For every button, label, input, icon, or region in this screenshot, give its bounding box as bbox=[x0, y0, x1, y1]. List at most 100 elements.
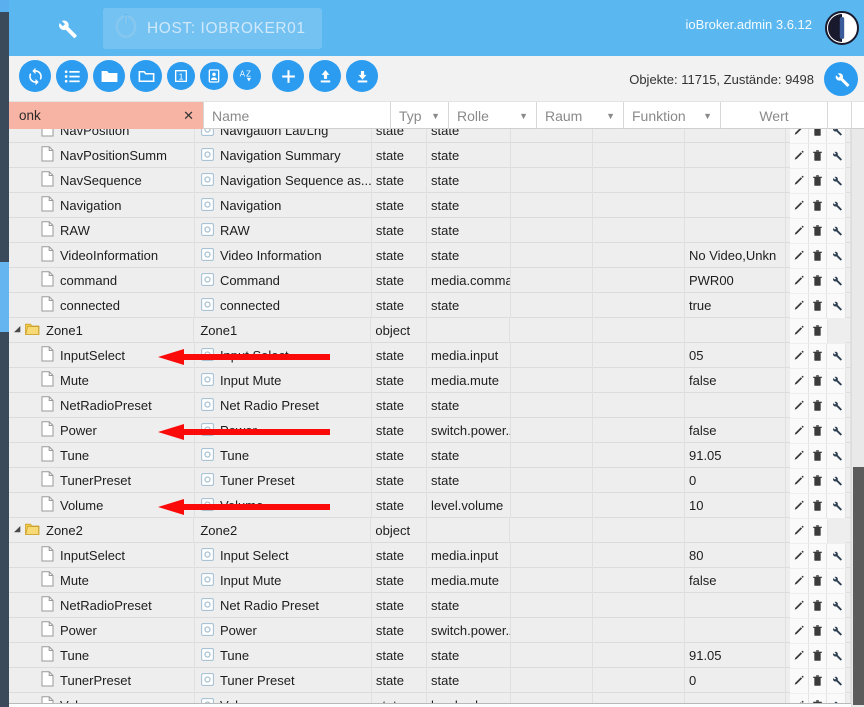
tree-expand-toggle-icon[interactable] bbox=[13, 325, 22, 336]
left-edge-scroll-strip[interactable] bbox=[0, 0, 9, 707]
row-edit-button[interactable] bbox=[790, 129, 809, 143]
row-settings-button[interactable] bbox=[827, 418, 846, 443]
row-delete-button[interactable] bbox=[808, 668, 828, 693]
column-header-rolle[interactable]: Rolle ▼ bbox=[449, 102, 537, 129]
table-scroll-thumb[interactable] bbox=[853, 467, 864, 705]
sort-az-button[interactable]: A Z bbox=[233, 62, 261, 90]
row-edit-button[interactable] bbox=[790, 518, 809, 543]
row-settings-button[interactable] bbox=[827, 568, 846, 593]
row-edit-button[interactable] bbox=[790, 343, 809, 368]
row-delete-button[interactable] bbox=[808, 618, 828, 643]
column-header-name[interactable]: Name bbox=[204, 102, 391, 129]
row-delete-button[interactable] bbox=[808, 468, 828, 493]
row-edit-button[interactable] bbox=[790, 243, 809, 268]
column-header-funktion[interactable]: Funktion ▼ bbox=[624, 102, 721, 129]
row-settings-button[interactable] bbox=[827, 193, 846, 218]
row-settings-button[interactable] bbox=[827, 129, 846, 143]
row-settings-button[interactable] bbox=[827, 393, 846, 418]
row-edit-button[interactable] bbox=[790, 668, 809, 693]
row-delete-button[interactable] bbox=[808, 143, 828, 168]
chevron-down-icon[interactable]: ▼ bbox=[431, 111, 440, 121]
row-delete-button[interactable] bbox=[808, 693, 828, 703]
row-delete-button[interactable] bbox=[808, 293, 828, 318]
table-row[interactable]: TunerPreset Tuner Preset state state 0 bbox=[9, 468, 851, 493]
table-row[interactable]: Zone1 Zone1 object bbox=[9, 318, 851, 343]
table-row[interactable]: NetRadioPreset Net Radio Preset state state bbox=[9, 393, 851, 418]
table-row[interactable]: NavSequence Navigation Sequence as... stat… bbox=[9, 168, 851, 193]
row-delete-button[interactable] bbox=[808, 393, 828, 418]
row-edit-button[interactable] bbox=[790, 618, 809, 643]
row-edit-button[interactable] bbox=[790, 218, 809, 243]
table-row[interactable]: Power Power state switch.power.z bbox=[9, 618, 851, 643]
row-settings-button[interactable] bbox=[827, 693, 846, 703]
row-edit-button[interactable] bbox=[790, 268, 809, 293]
table-row[interactable]: TunerPreset Tuner Preset state state 0 bbox=[9, 668, 851, 693]
chevron-down-icon[interactable]: ▼ bbox=[519, 111, 528, 121]
clear-filter-icon[interactable]: ✕ bbox=[180, 108, 197, 124]
table-row[interactable]: InputSelect Input Select state media.input 8… bbox=[9, 543, 851, 568]
table-row[interactable]: Zone2 Zone2 object bbox=[9, 518, 851, 543]
row-delete-button[interactable] bbox=[808, 193, 828, 218]
row-delete-button[interactable] bbox=[808, 568, 828, 593]
refresh-button[interactable] bbox=[19, 60, 51, 92]
row-settings-button[interactable] bbox=[827, 243, 846, 268]
row-settings-button[interactable] bbox=[827, 368, 846, 393]
row-settings-button[interactable] bbox=[827, 293, 846, 318]
iobroker-logo-icon[interactable] bbox=[825, 11, 859, 45]
id-filter-input[interactable]: onk ✕ bbox=[9, 102, 204, 129]
row-delete-button[interactable] bbox=[808, 168, 828, 193]
row-delete-button[interactable] bbox=[808, 318, 828, 343]
table-row[interactable]: command Command state media.comman PWR00 bbox=[9, 268, 851, 293]
row-delete-button[interactable] bbox=[808, 218, 828, 243]
table-row[interactable]: VolumeVolumestatelevel.volume bbox=[9, 693, 851, 703]
row-settings-button[interactable] bbox=[827, 218, 846, 243]
table-row[interactable]: RAW RAW state state bbox=[9, 218, 851, 243]
row-delete-button[interactable] bbox=[808, 593, 828, 618]
row-delete-button[interactable] bbox=[808, 443, 828, 468]
table-row[interactable]: NavPositionSumm Navigation Summary state st… bbox=[9, 143, 851, 168]
row-delete-button[interactable] bbox=[808, 129, 828, 143]
row-settings-button[interactable] bbox=[827, 443, 846, 468]
column-header-raum[interactable]: Raum ▼ bbox=[537, 102, 624, 129]
row-edit-button[interactable] bbox=[790, 318, 809, 343]
expand-all-button[interactable] bbox=[93, 60, 125, 92]
chevron-down-icon[interactable]: ▼ bbox=[606, 111, 615, 121]
table-row[interactable]: InputSelect Input Select state media.input 0… bbox=[9, 343, 851, 368]
row-settings-button[interactable] bbox=[827, 493, 846, 518]
table-row[interactable]: Tune Tune state state 91.05 bbox=[9, 443, 851, 468]
row-edit-button[interactable] bbox=[790, 568, 809, 593]
row-settings-button[interactable] bbox=[827, 168, 846, 193]
table-row[interactable]: Volume Volume state level.volume 10 bbox=[9, 493, 851, 518]
table-row[interactable]: NetRadioPreset Net Radio Preset state state bbox=[9, 593, 851, 618]
row-delete-button[interactable] bbox=[808, 343, 828, 368]
row-delete-button[interactable] bbox=[808, 643, 828, 668]
row-delete-button[interactable] bbox=[808, 418, 828, 443]
row-delete-button[interactable] bbox=[808, 368, 828, 393]
row-settings-button[interactable] bbox=[827, 143, 846, 168]
row-settings-button[interactable] bbox=[827, 268, 846, 293]
row-edit-button[interactable] bbox=[790, 143, 809, 168]
table-vertical-scrollbar[interactable] bbox=[851, 102, 864, 707]
row-edit-button[interactable] bbox=[790, 193, 809, 218]
chevron-down-icon[interactable]: ▼ bbox=[703, 111, 712, 121]
list-view-button[interactable] bbox=[56, 60, 88, 92]
row-settings-button[interactable] bbox=[827, 618, 846, 643]
select-id-button[interactable] bbox=[200, 62, 228, 90]
row-delete-button[interactable] bbox=[808, 543, 828, 568]
row-settings-button[interactable] bbox=[827, 668, 846, 693]
row-settings-button[interactable] bbox=[827, 643, 846, 668]
row-settings-button[interactable] bbox=[827, 468, 846, 493]
row-edit-button[interactable] bbox=[790, 393, 809, 418]
settings-button[interactable] bbox=[824, 62, 858, 96]
table-row[interactable]: Mute Input Mute state media.mute false bbox=[9, 568, 851, 593]
export-button[interactable] bbox=[346, 60, 378, 92]
row-edit-button[interactable] bbox=[790, 593, 809, 618]
row-edit-button[interactable] bbox=[790, 493, 809, 518]
table-row[interactable]: Tune Tune state state 91.05 bbox=[9, 643, 851, 668]
row-edit-button[interactable] bbox=[790, 468, 809, 493]
row-delete-button[interactable] bbox=[808, 268, 828, 293]
left-edge-scroll-thumb[interactable] bbox=[0, 262, 9, 332]
header-wrench-icon[interactable] bbox=[47, 9, 85, 47]
column-header-wert[interactable]: Wert bbox=[721, 102, 828, 129]
row-delete-button[interactable] bbox=[808, 493, 828, 518]
